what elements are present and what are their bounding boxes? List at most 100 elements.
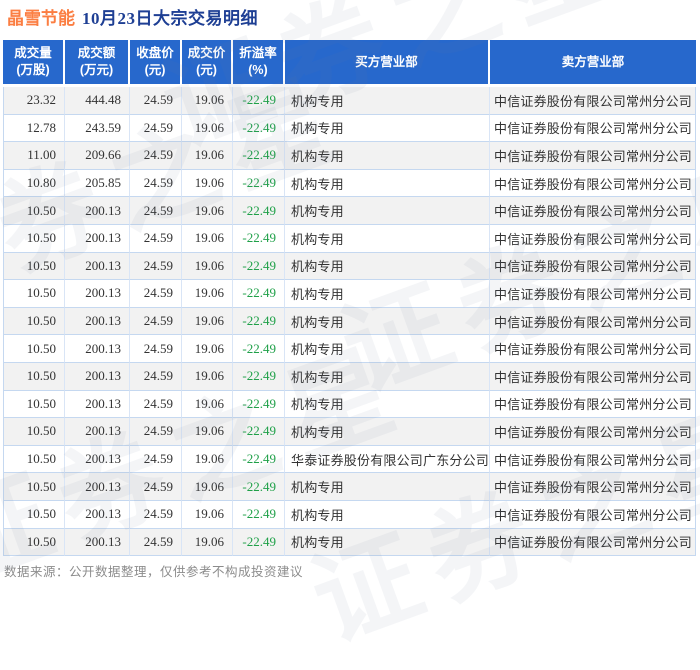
seller-cell: 中信证券股份有限公司常州分公司 — [490, 225, 696, 253]
trade-price-cell: 19.06 — [182, 142, 233, 170]
trade-price-cell: 19.06 — [182, 197, 233, 225]
amount-cell: 200.13 — [65, 253, 130, 281]
volume-cell: 10.50 — [3, 197, 65, 225]
table-row: 10.80205.8524.5919.06-22.49机构专用中信证券股份有限公… — [3, 170, 696, 198]
premium-cell: -22.49 — [233, 391, 285, 419]
column-header-close-price: 收盘价 (元) — [130, 40, 182, 87]
premium-cell: -22.49 — [233, 529, 285, 557]
trade-price-cell: 19.06 — [182, 280, 233, 308]
premium-cell: -22.49 — [233, 501, 285, 529]
amount-cell: 200.13 — [65, 335, 130, 363]
block-trades-table: 成交量 (万股)成交额 (万元)收盘价 (元)成交价 (元)折溢率 (%)买方营… — [3, 40, 696, 556]
seller-cell: 中信证券股份有限公司常州分公司 — [490, 363, 696, 391]
trade-price-cell: 19.06 — [182, 391, 233, 419]
table-row: 10.50200.1324.5919.06-22.49机构专用中信证券股份有限公… — [3, 473, 696, 501]
page-title: 晶雪节能10月23日大宗交易明细 — [7, 4, 258, 29]
close-price-cell: 24.59 — [130, 87, 182, 115]
trade-price-cell: 19.06 — [182, 446, 233, 474]
volume-cell: 10.50 — [3, 473, 65, 501]
volume-cell: 12.78 — [3, 115, 65, 143]
close-price-cell: 24.59 — [130, 115, 182, 143]
volume-cell: 10.50 — [3, 308, 65, 336]
seller-cell: 中信证券股份有限公司常州分公司 — [490, 501, 696, 529]
trade-price-cell: 19.06 — [182, 170, 233, 198]
column-header-amount: 成交额 (万元) — [65, 40, 130, 87]
trade-price-cell: 19.06 — [182, 335, 233, 363]
seller-cell: 中信证券股份有限公司常州分公司 — [490, 142, 696, 170]
premium-cell: -22.49 — [233, 418, 285, 446]
column-header-seller-department: 卖方营业部 — [490, 40, 696, 87]
table-row: 10.50200.1324.5919.06-22.49机构专用中信证券股份有限公… — [3, 308, 696, 336]
table-row: 10.50200.1324.5919.06-22.49华泰证券股份有限公司广东分… — [3, 446, 696, 474]
close-price-cell: 24.59 — [130, 446, 182, 474]
column-header-volume: 成交量 (万股) — [3, 40, 65, 87]
table-row: 10.50200.1324.5919.06-22.49机构专用中信证券股份有限公… — [3, 363, 696, 391]
table-row: 10.50200.1324.5919.06-22.49机构专用中信证券股份有限公… — [3, 418, 696, 446]
buyer-cell: 机构专用 — [285, 363, 490, 391]
premium-cell: -22.49 — [233, 197, 285, 225]
close-price-cell: 24.59 — [130, 391, 182, 419]
premium-cell: -22.49 — [233, 446, 285, 474]
buyer-cell: 机构专用 — [285, 501, 490, 529]
premium-cell: -22.49 — [233, 335, 285, 363]
buyer-cell: 机构专用 — [285, 280, 490, 308]
buyer-cell: 机构专用 — [285, 115, 490, 143]
table-row: 10.50200.1324.5919.06-22.49机构专用中信证券股份有限公… — [3, 197, 696, 225]
amount-cell: 200.13 — [65, 391, 130, 419]
trade-price-cell: 19.06 — [182, 253, 233, 281]
buyer-cell: 机构专用 — [285, 308, 490, 336]
table-header-row: 成交量 (万股)成交额 (万元)收盘价 (元)成交价 (元)折溢率 (%)买方营… — [3, 40, 696, 87]
stock-name: 晶雪节能 — [7, 9, 75, 28]
seller-cell: 中信证券股份有限公司常州分公司 — [490, 115, 696, 143]
amount-cell: 200.13 — [65, 529, 130, 557]
column-header-buyer-department: 买方营业部 — [285, 40, 490, 87]
seller-cell: 中信证券股份有限公司常州分公司 — [490, 253, 696, 281]
amount-cell: 209.66 — [65, 142, 130, 170]
close-price-cell: 24.59 — [130, 501, 182, 529]
column-header-trade-price: 成交价 (元) — [182, 40, 233, 87]
premium-cell: -22.49 — [233, 115, 285, 143]
volume-cell: 10.80 — [3, 170, 65, 198]
table-row: 10.50200.1324.5919.06-22.49机构专用中信证券股份有限公… — [3, 391, 696, 419]
close-price-cell: 24.59 — [130, 170, 182, 198]
premium-cell: -22.49 — [233, 170, 285, 198]
seller-cell: 中信证券股份有限公司常州分公司 — [490, 473, 696, 501]
volume-cell: 10.50 — [3, 280, 65, 308]
buyer-cell: 机构专用 — [285, 170, 490, 198]
seller-cell: 中信证券股份有限公司常州分公司 — [490, 418, 696, 446]
premium-cell: -22.49 — [233, 363, 285, 391]
buyer-cell: 机构专用 — [285, 335, 490, 363]
table-row: 10.50200.1324.5919.06-22.49机构专用中信证券股份有限公… — [3, 225, 696, 253]
buyer-cell: 机构专用 — [285, 473, 490, 501]
trade-price-cell: 19.06 — [182, 529, 233, 557]
seller-cell: 中信证券股份有限公司常州分公司 — [490, 197, 696, 225]
table-row: 12.78243.5924.5919.06-22.49机构专用中信证券股份有限公… — [3, 115, 696, 143]
premium-cell: -22.49 — [233, 225, 285, 253]
volume-cell: 10.50 — [3, 335, 65, 363]
volume-cell: 10.50 — [3, 225, 65, 253]
close-price-cell: 24.59 — [130, 197, 182, 225]
seller-cell: 中信证券股份有限公司常州分公司 — [490, 87, 696, 115]
amount-cell: 200.13 — [65, 501, 130, 529]
table-row: 10.50200.1324.5919.06-22.49机构专用中信证券股份有限公… — [3, 501, 696, 529]
premium-cell: -22.49 — [233, 142, 285, 170]
seller-cell: 中信证券股份有限公司常州分公司 — [490, 446, 696, 474]
trade-price-cell: 19.06 — [182, 501, 233, 529]
premium-cell: -22.49 — [233, 308, 285, 336]
buyer-cell: 机构专用 — [285, 142, 490, 170]
amount-cell: 243.59 — [65, 115, 130, 143]
close-price-cell: 24.59 — [130, 280, 182, 308]
table-row: 11.00209.6624.5919.06-22.49机构专用中信证券股份有限公… — [3, 142, 696, 170]
seller-cell: 中信证券股份有限公司常州分公司 — [490, 391, 696, 419]
volume-cell: 10.50 — [3, 418, 65, 446]
trade-price-cell: 19.06 — [182, 115, 233, 143]
seller-cell: 中信证券股份有限公司常州分公司 — [490, 170, 696, 198]
amount-cell: 200.13 — [65, 363, 130, 391]
premium-cell: -22.49 — [233, 253, 285, 281]
trade-price-cell: 19.06 — [182, 225, 233, 253]
table-row: 10.50200.1324.5919.06-22.49机构专用中信证券股份有限公… — [3, 529, 696, 557]
buyer-cell: 机构专用 — [285, 197, 490, 225]
premium-cell: -22.49 — [233, 87, 285, 115]
amount-cell: 444.48 — [65, 87, 130, 115]
buyer-cell: 机构专用 — [285, 418, 490, 446]
